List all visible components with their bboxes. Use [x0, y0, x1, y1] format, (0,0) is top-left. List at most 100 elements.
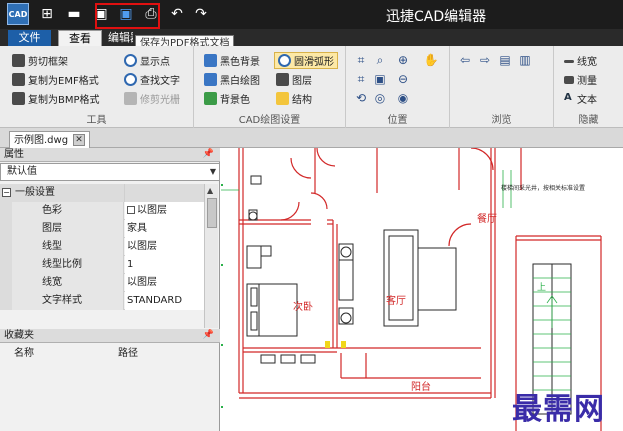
- undo-icon[interactable]: ↶: [168, 5, 186, 23]
- scroll-thumb[interactable]: [207, 198, 217, 228]
- trim-raster-icon: [124, 92, 137, 105]
- scroll-up-icon[interactable]: ▲: [207, 186, 213, 195]
- pin-icon[interactable]: 📌: [203, 148, 214, 161]
- room-label: 次卧: [293, 302, 313, 313]
- highlight-box: [95, 3, 160, 29]
- open-icon[interactable]: ▬: [65, 5, 83, 23]
- property-scrollbar[interactable]: ▲: [204, 184, 218, 328]
- group-browse: ⇦ ⇨ ▤ ▥ 浏览: [450, 46, 554, 128]
- group-cad-settings-label: CAD绘图设置: [238, 115, 301, 126]
- copy-emf-button[interactable]: 复制为EMF格式: [12, 71, 99, 88]
- note-label: 楼梯间采光井，按相关标准设置: [501, 185, 586, 192]
- rotate-icon[interactable]: ⟲: [354, 91, 368, 105]
- column-header-name[interactable]: 名称: [14, 345, 34, 363]
- trim-raster-button[interactable]: 修剪光栅: [124, 90, 180, 107]
- tab-file[interactable]: 文件: [8, 30, 51, 46]
- zoom-extents-icon[interactable]: ▣: [373, 72, 387, 86]
- properties-panel: 属性 📌 默认值 ▼ − 一般设置 色彩 以图层 图层 家具 线型 以图层 线型比例 1…: [0, 148, 220, 431]
- document-tab[interactable]: 示例图.dwg ✕: [9, 131, 91, 148]
- group-position: ⌗ ⌕ ⊕ ✋ ⌗ ▣ ⊖ ⟲ ◎ ◉ 位置: [346, 46, 450, 128]
- app-title: 迅捷CAD编辑器: [386, 9, 487, 25]
- group-browse-label: 浏览: [491, 115, 512, 126]
- smooth-arc-button[interactable]: 圆滑弧形: [274, 52, 338, 69]
- favorites-header: 收藏夹 📌: [0, 329, 220, 343]
- column-header-path[interactable]: 路径: [118, 345, 138, 363]
- ribbon-tabs: 文件 查看器 编辑器: [0, 29, 623, 60]
- group-cad-settings: 黑色背景 黑白绘图 背景色 圆滑弧形 图层 结构 CAD绘图设置: [194, 46, 346, 128]
- document-tab-strip: 示例图.dwg ✕: [0, 128, 623, 148]
- pin-icon[interactable]: 📌: [203, 329, 214, 342]
- properties-header: 属性 📌: [0, 148, 220, 162]
- pan-hand-icon[interactable]: ✋: [424, 53, 439, 67]
- line-width-button[interactable]: 线宽: [564, 52, 597, 69]
- property-group-row[interactable]: − 一般设置: [0, 184, 205, 202]
- copy-bmp-icon: [12, 92, 25, 105]
- view-3d-icon[interactable]: ◎: [373, 91, 387, 105]
- black-white-button[interactable]: 黑白绘图: [204, 71, 260, 88]
- tab-edit[interactable]: 编辑器: [103, 30, 133, 46]
- text-button[interactable]: A 文本: [564, 90, 597, 107]
- property-grid: − 一般设置 色彩 以图层 图层 家具 线型 以图层 线型比例 1 线宽 以图层 文字样式…: [0, 184, 205, 310]
- show-points-icon: [124, 54, 137, 67]
- background-color-icon: [204, 92, 217, 105]
- zoom-fit-icon[interactable]: ⌗: [354, 72, 368, 86]
- title-bar: CAD ⊞ ▬ ▣ ▣ ⎙ ↶ ↷ 迅捷CAD编辑器: [0, 0, 623, 29]
- stair-label: 上: [537, 283, 547, 293]
- property-row[interactable]: 线型比例 1: [0, 256, 205, 274]
- tab-view[interactable]: 查看器: [58, 30, 102, 60]
- show-points-button[interactable]: 显示点: [124, 52, 170, 69]
- first-page-icon[interactable]: ▤: [498, 53, 512, 67]
- zoom-window-icon[interactable]: ⌗: [354, 53, 368, 67]
- watermark: 最需网: [512, 392, 605, 427]
- structure-button[interactable]: 结构: [276, 90, 312, 107]
- zoom-in-icon[interactable]: ⊕: [396, 53, 410, 67]
- group-tools-label: 工具: [86, 115, 107, 126]
- cut-frame-button[interactable]: 剪切框架: [12, 52, 68, 69]
- zoom-real-icon[interactable]: ◉: [396, 91, 410, 105]
- group-position-label: 位置: [387, 115, 408, 126]
- group-hidden-label: 隐藏: [578, 115, 599, 126]
- measure-icon: [564, 75, 574, 84]
- close-icon[interactable]: ✕: [73, 134, 86, 146]
- back-arrow-icon[interactable]: ⇦: [458, 53, 472, 67]
- room-label: 阳台: [411, 382, 431, 393]
- black-background-button[interactable]: 黑色背景: [204, 52, 260, 69]
- property-group-label: 一般设置: [0, 184, 125, 202]
- app-logo[interactable]: CAD: [7, 3, 29, 25]
- property-row[interactable]: 文字样式 STANDARD: [0, 292, 205, 310]
- copy-emf-icon: [12, 73, 25, 86]
- forward-arrow-icon[interactable]: ⇨: [478, 53, 492, 67]
- chevron-down-icon: ▼: [209, 167, 216, 176]
- room-label: 客厅: [386, 296, 406, 307]
- property-row[interactable]: 图层 家具: [0, 220, 205, 238]
- new-icon[interactable]: ⊞: [38, 5, 56, 23]
- property-row[interactable]: 线型 以图层: [0, 238, 205, 256]
- structure-icon: [276, 92, 289, 105]
- last-page-icon[interactable]: ▥: [518, 53, 532, 67]
- zoom-out-icon[interactable]: ⊖: [396, 72, 410, 86]
- group-tools: 剪切框架 复制为EMF格式 复制为BMP格式 显示点 查找文字 修剪光栅 工具: [0, 46, 194, 128]
- text-a-icon: A: [564, 92, 572, 103]
- find-text-icon: [124, 73, 137, 86]
- layers-icon: [276, 73, 289, 86]
- ribbon: 剪切框架 复制为EMF格式 复制为BMP格式 显示点 查找文字 修剪光栅 工具 …: [0, 46, 623, 128]
- zoom-search-icon[interactable]: ⌕: [373, 53, 387, 67]
- find-text-button[interactable]: 查找文字: [124, 71, 180, 88]
- layers-button[interactable]: 图层: [276, 71, 312, 88]
- black-white-icon: [204, 73, 217, 86]
- black-background-icon: [204, 54, 217, 67]
- property-row[interactable]: 线宽 以图层: [0, 274, 205, 292]
- redo-icon[interactable]: ↷: [192, 5, 210, 23]
- favorites-columns: 名称 路径: [0, 345, 220, 363]
- property-preset-select[interactable]: 默认值 ▼: [0, 163, 220, 181]
- collapse-icon[interactable]: −: [2, 188, 11, 197]
- copy-bmp-button[interactable]: 复制为BMP格式: [12, 90, 100, 107]
- smooth-arc-icon: [278, 54, 291, 67]
- group-hidden: 线宽 测量 A 文本 隐藏: [554, 46, 623, 128]
- color-swatch: [127, 206, 135, 214]
- line-width-icon: [564, 60, 574, 63]
- cut-frame-icon: [12, 54, 25, 67]
- background-color-button[interactable]: 背景色: [204, 90, 250, 107]
- property-row[interactable]: 色彩 以图层: [0, 202, 205, 220]
- measure-button[interactable]: 测量: [564, 71, 597, 88]
